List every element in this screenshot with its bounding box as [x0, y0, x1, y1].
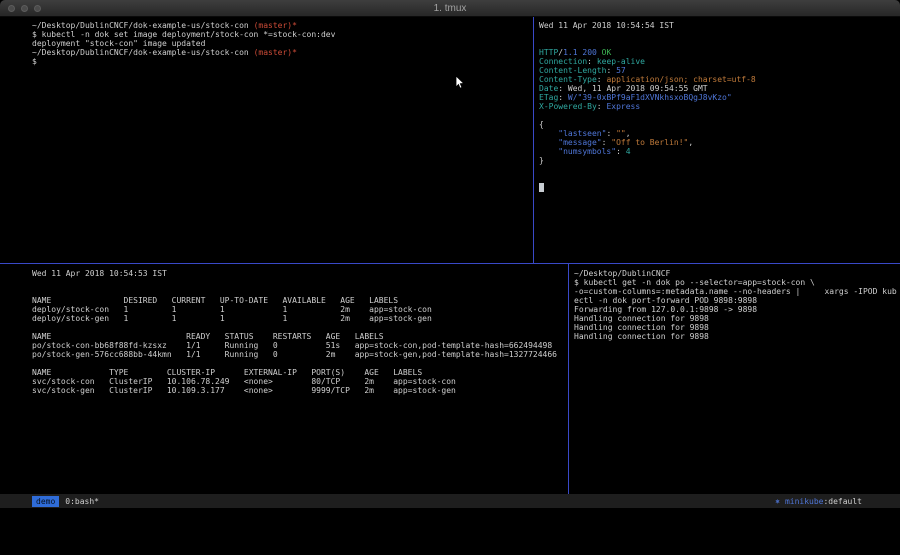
terminal-line: Wed 11 Apr 2018 10:54:53 IST [32, 269, 566, 278]
pane-border-vertical-bottom[interactable] [568, 264, 569, 494]
minimize-button[interactable] [21, 5, 28, 12]
terminal-line [539, 30, 898, 39]
terminal-line: Handling connection for 9898 [574, 314, 898, 323]
terminal-line: svc/stock-gen ClusterIP 10.109.3.177 <no… [32, 386, 566, 395]
pane-kubectl-watch[interactable]: Wed 11 Apr 2018 10:54:53 IST NAME DESIRED… [0, 264, 568, 494]
terminal-line: po/stock-gen-576cc688bb-44kmn 1/1 Runnin… [32, 350, 566, 359]
terminal-line: deploy/stock-con 1 1 1 1 2m app=stock-co… [32, 305, 566, 314]
terminal-line: $ kubectl -n dok set image deployment/st… [32, 30, 531, 39]
window-titlebar: 1. tmux [0, 0, 900, 17]
pane-shell-top-left[interactable]: ~/Desktop/DublinCNCF/dok-example-us/stoc… [0, 17, 533, 263]
terminal-line: Date: Wed, 11 Apr 2018 09:54:55 GMT [539, 84, 898, 93]
terminal-line: deploy/stock-gen 1 1 1 1 2m app=stock-ge… [32, 314, 566, 323]
window-indicator[interactable]: 0:bash* [65, 497, 99, 506]
terminal-line: "numsymbols": 4 [539, 147, 898, 156]
terminal-line: { [539, 120, 898, 129]
terminal-line [539, 111, 898, 120]
terminal-line: ectl -n dok port-forward POD 9898:9898 [574, 296, 898, 305]
terminal-line [32, 323, 566, 332]
terminal-line: ~/Desktop/DublinCNCF/dok-example-us/stoc… [32, 21, 531, 30]
pane-port-forward[interactable]: ~/Desktop/DublinCNCF$ kubectl get -n dok… [569, 264, 900, 494]
mouse-pointer [455, 76, 465, 89]
terminal-line: Wed 11 Apr 2018 10:54:54 IST [539, 21, 898, 30]
terminal-line: X-Powered-By: Express [539, 102, 898, 111]
terminal-line: HTTP/1.1 200 OK [539, 48, 898, 57]
terminal-line: } [539, 156, 898, 165]
terminal-line: "message": "Off to Berlin!", [539, 138, 898, 147]
terminal-line: NAME DESIRED CURRENT UP-TO-DATE AVAILABL… [32, 296, 566, 305]
terminal-line [539, 174, 898, 183]
terminal-line: "lastseen": "", [539, 129, 898, 138]
terminal-line: Content-Length: 57 [539, 66, 898, 75]
terminal-line [32, 278, 566, 287]
terminal-line: Handling connection for 9898 [574, 332, 898, 341]
terminal-line: svc/stock-con ClusterIP 10.106.78.249 <n… [32, 377, 566, 386]
terminal-line [539, 183, 898, 192]
terminal-line: Handling connection for 9898 [574, 323, 898, 332]
terminal-window: 1. tmux ~/Desktop/DublinCNCF/dok-example… [0, 0, 900, 508]
terminal-line [539, 39, 898, 48]
terminal-line: ~/Desktop/DublinCNCF [574, 269, 898, 278]
window-title: 1. tmux [434, 3, 467, 14]
tmux-status-bar: demo 0:bash* ⎈ minikube:default [0, 494, 900, 508]
terminal-line: ETag: W/"39-0xBPf9aF1dXVNkhsxoBQgJ8vKzo" [539, 93, 898, 102]
status-left: demo 0:bash* [0, 496, 99, 507]
terminal-line: Content-Type: application/json; charset=… [539, 75, 898, 84]
terminal-line [539, 165, 898, 174]
window-controls [8, 5, 41, 12]
terminal-line: $ [32, 57, 531, 66]
pane-border-horizontal[interactable] [0, 263, 900, 264]
terminal-line: $ kubectl get -n dok po --selector=app=s… [574, 278, 898, 287]
kube-context-indicator: ⎈ minikube:default [775, 497, 900, 506]
terminal-line: po/stock-con-bb68f88fd-kzsxz 1/1 Running… [32, 341, 566, 350]
close-button[interactable] [8, 5, 15, 12]
terminal-line: NAME TYPE CLUSTER-IP EXTERNAL-IP PORT(S)… [32, 368, 566, 377]
session-name-badge[interactable]: demo [32, 496, 59, 507]
block-cursor [539, 183, 544, 192]
terminal-line: Connection: keep-alive [539, 57, 898, 66]
terminal-line: ~/Desktop/DublinCNCF/dok-example-us/stoc… [32, 48, 531, 57]
terminal-line: NAME READY STATUS RESTARTS AGE LABELS [32, 332, 566, 341]
terminal-line: deployment "stock-con" image updated [32, 39, 531, 48]
zoom-button[interactable] [34, 5, 41, 12]
terminal-line [32, 359, 566, 368]
terminal-line: -o=custom-columns=:metadata.name --no-he… [574, 287, 898, 296]
pane-border-vertical-top[interactable] [533, 17, 534, 263]
terminal-line: Forwarding from 127.0.0.1:9898 -> 9898 [574, 305, 898, 314]
terminal-line [32, 287, 566, 296]
pane-http-response[interactable]: Wed 11 Apr 2018 10:54:54 IST HTTP/1.1 200… [534, 17, 900, 263]
